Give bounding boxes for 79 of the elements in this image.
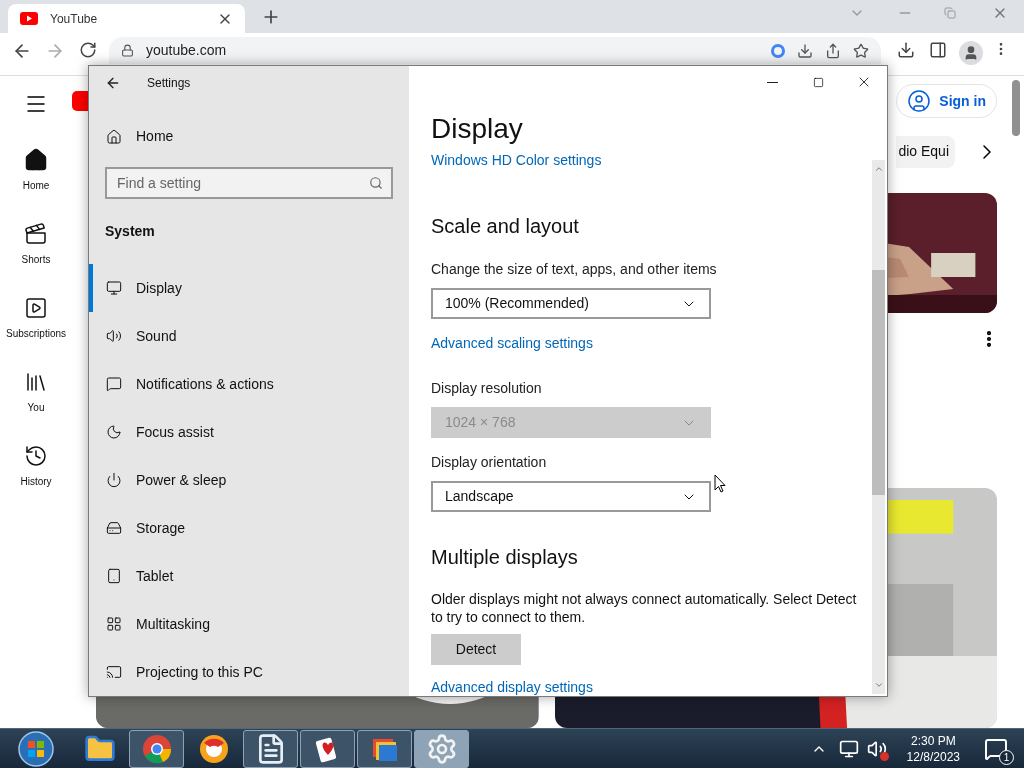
description-text: Older displays might not always connect automatically. Select Detect to try to connect to them. (431, 590, 858, 626)
settings-link[interactable]: Advanced display settings (431, 677, 872, 696)
settings-nav-item[interactable]: Display (89, 264, 409, 312)
browser-tab[interactable]: YouTube (8, 4, 245, 33)
youtube-nav-item[interactable]: Subscriptions (6, 294, 66, 368)
url-text: youtube.com (146, 41, 228, 60)
category-chip[interactable]: dio Equi (896, 135, 955, 168)
group-heading: System (104, 222, 156, 241)
scrollbar[interactable] (872, 160, 885, 694)
user-icon (963, 45, 979, 61)
settings-nav-item[interactable]: Multitasking (89, 600, 409, 648)
taskbar-button[interactable] (357, 729, 412, 768)
settings-nav-item[interactable]: Storage (89, 504, 409, 552)
dropdown[interactable]: 100% (Recommended) (431, 288, 711, 319)
start-button[interactable] (17, 729, 55, 768)
nav-icon (106, 280, 122, 296)
logo-icon (72, 91, 88, 112)
nav-icon (106, 664, 122, 680)
nav-icon (106, 520, 122, 536)
nav-icon (106, 376, 122, 392)
clock[interactable]: 2:30 PM 12/8/2023 (898, 732, 968, 765)
taskbar-button[interactable] (243, 729, 298, 768)
youtube-nav-item[interactable]: Home (22, 146, 50, 220)
nav-icon (106, 472, 122, 488)
settings-link[interactable]: Windows HD Color settings (431, 150, 872, 171)
play-logo-icon (20, 12, 38, 25)
lock-icon[interactable] (121, 44, 134, 57)
field-label: Display orientation (431, 453, 548, 472)
home-item[interactable]: Home (89, 117, 409, 156)
ring-icon (197, 732, 230, 765)
page-title: Display (431, 112, 524, 146)
nav-icon (106, 616, 122, 632)
settings-nav-item[interactable]: Notifications & actions (89, 360, 409, 408)
youtube-nav-item[interactable]: Shorts (21, 220, 51, 294)
window-title: Settings (147, 74, 191, 92)
settings-link[interactable]: Advanced scaling settings (431, 333, 872, 354)
user-icon (907, 89, 932, 114)
field-label: Change the size of text, apps, and other items (431, 260, 718, 279)
downloads-icon[interactable] (897, 41, 915, 59)
detect-button[interactable]: Detect (431, 634, 521, 665)
minimize-icon (766, 81, 778, 83)
settings-nav-item[interactable]: Tablet (89, 552, 409, 600)
taskbar-button[interactable] (129, 729, 184, 768)
settings-nav-item[interactable]: Sound (89, 312, 409, 360)
page-scrollbar-thumb[interactable] (1012, 80, 1020, 136)
field-label: Display resolution (431, 379, 543, 398)
settings-nav-item[interactable]: Projecting to this PC (89, 648, 409, 696)
settings-nav-item[interactable]: Focus assist (89, 408, 409, 456)
taskbar-button[interactable] (300, 729, 355, 768)
home-icon (106, 128, 122, 145)
search-icon[interactable] (369, 176, 383, 190)
youtube-nav-item[interactable]: You (24, 368, 48, 442)
network-icon[interactable] (838, 738, 859, 759)
reload-icon[interactable] (79, 41, 97, 59)
notification-count: 1 (999, 749, 1014, 765)
section-heading: Scale and layout (431, 214, 580, 239)
taskbar-button[interactable] (414, 729, 469, 768)
bookmark-icon[interactable] (853, 42, 869, 59)
address-bar[interactable]: youtube.com (109, 37, 881, 64)
muted-icon (879, 751, 889, 761)
tab-title: YouTube (50, 10, 99, 28)
youtube-nav-item[interactable]: History (20, 442, 52, 516)
nav-icon (106, 568, 122, 584)
maximize-icon (812, 76, 824, 88)
g-icon[interactable] (771, 43, 785, 58)
share-icon[interactable] (825, 42, 841, 59)
profile-button[interactable] (959, 41, 983, 65)
cursor-icon (714, 474, 726, 493)
scrollbar-thumb[interactable] (872, 270, 885, 495)
browser-icon (140, 732, 173, 765)
settings-nav-item[interactable]: Power & sleep (89, 456, 409, 504)
nav-icon (106, 328, 122, 344)
section-heading: Multiple displays (431, 545, 579, 570)
side-panel-icon[interactable] (929, 41, 947, 59)
volume-icon[interactable] (866, 738, 887, 759)
install-icon[interactable] (797, 42, 813, 59)
dropdown[interactable]: Landscape (431, 481, 711, 512)
nav-icon (106, 424, 122, 440)
search-field[interactable]: Find a setting (105, 167, 393, 199)
